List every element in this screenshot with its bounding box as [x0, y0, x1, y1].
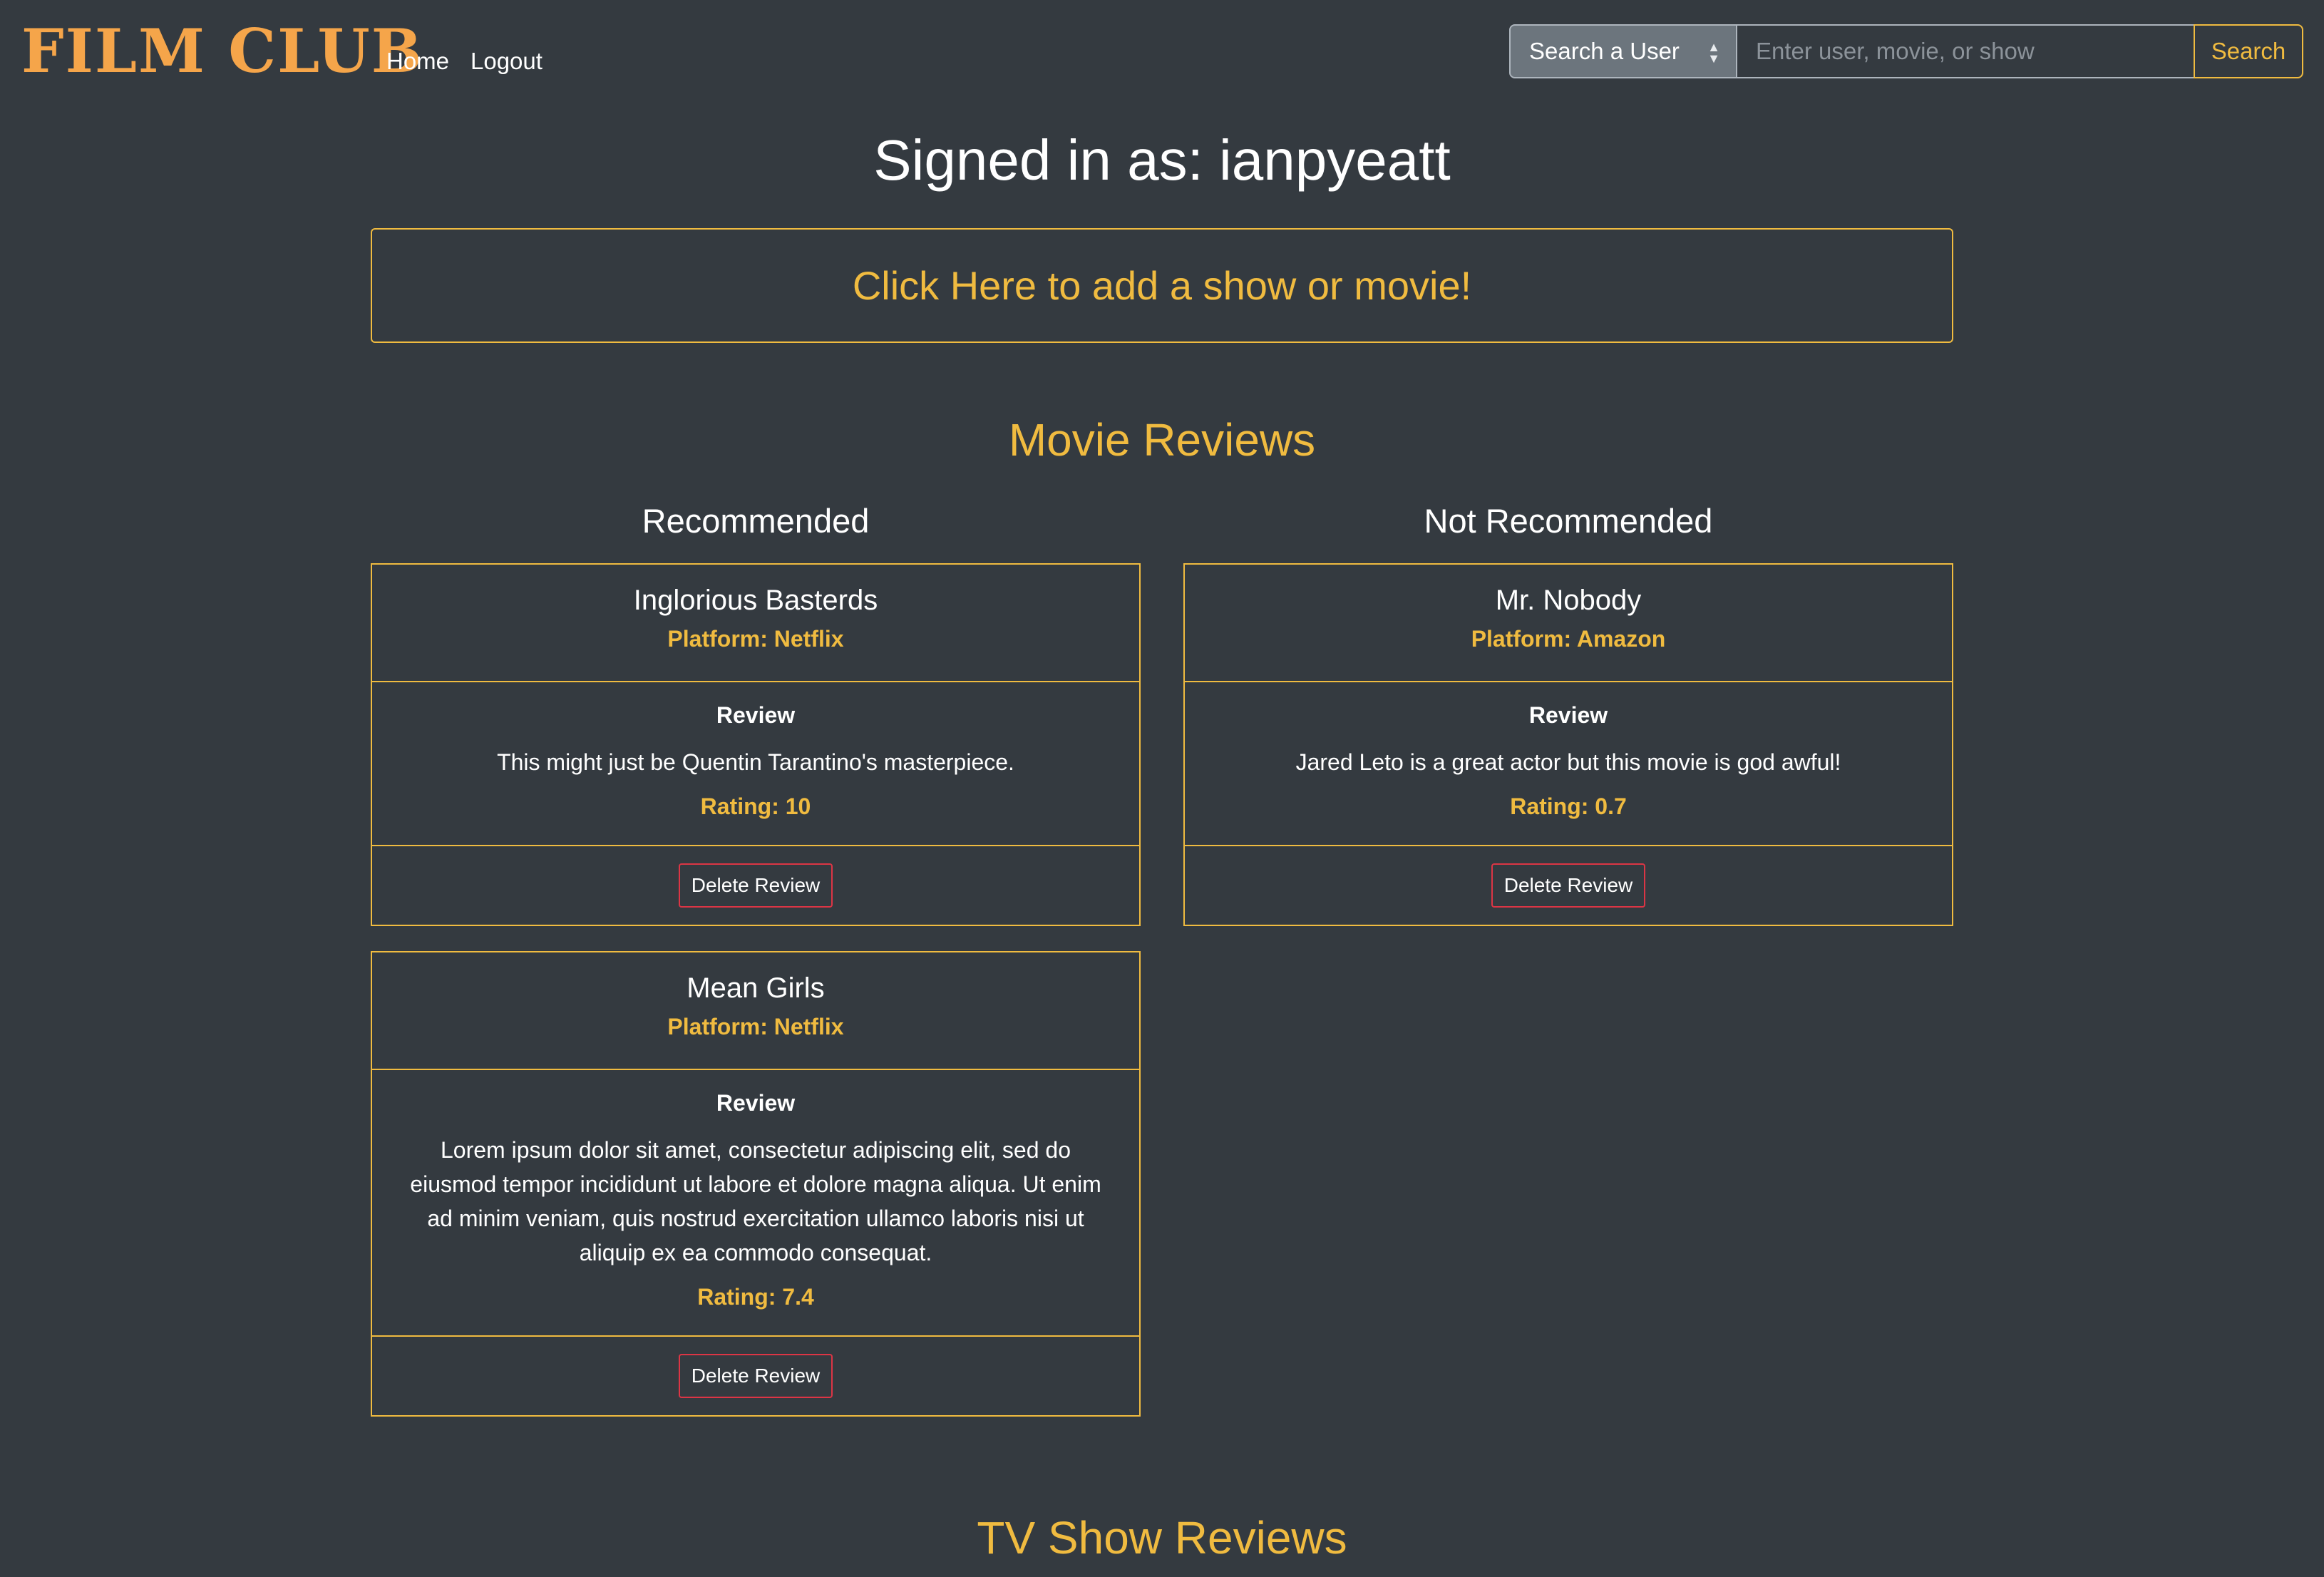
- nav-link-home[interactable]: Home: [386, 44, 449, 78]
- card-header: Mr. Nobody Platform: Amazon: [1185, 565, 1952, 682]
- nav-link-logout[interactable]: Logout: [471, 44, 543, 78]
- search-type-select-value: Search a User: [1529, 38, 1680, 64]
- platform-label: Platform: Netflix: [667, 1014, 844, 1039]
- movie-reviews-title: Movie Reviews: [1008, 414, 1316, 466]
- navbar: FILM CLUB Home Logout Search a User ▲▼ S…: [0, 0, 2324, 107]
- signed-in-heading: Signed in as: ianpyeatt: [873, 128, 1451, 192]
- tv-show-reviews-title: TV Show Reviews: [977, 1512, 1347, 1563]
- card-footer: Delete Review: [372, 1337, 1139, 1415]
- search-input[interactable]: [1737, 24, 2194, 78]
- delete-review-button[interactable]: Delete Review: [678, 1354, 833, 1398]
- card-footer: Delete Review: [372, 846, 1139, 925]
- card-body: Review Lorem ipsum dolor sit amet, conse…: [372, 1070, 1139, 1337]
- card-body: Review Jared Leto is a great actor but t…: [1185, 682, 1952, 846]
- delete-review-button[interactable]: Delete Review: [678, 863, 833, 908]
- review-label: Review: [716, 702, 796, 728]
- card-footer: Delete Review: [1185, 846, 1952, 925]
- add-show-movie-button[interactable]: Click Here to add a show or movie!: [371, 228, 1953, 343]
- search-type-select[interactable]: Search a User ▲ ▼: [1509, 24, 1737, 78]
- review-text: This might just be Quentin Tarantino's m…: [497, 749, 1014, 775]
- platform-label: Platform: Netflix: [667, 626, 844, 652]
- review-card: Inglorious Basterds Platform: Netflix Re…: [371, 563, 1141, 926]
- card-header: Inglorious Basterds Platform: Netflix: [372, 565, 1139, 682]
- review-text: Jared Leto is a great actor but this mov…: [1295, 749, 1841, 775]
- card-header: Mean Girls Platform: Netflix: [372, 952, 1139, 1070]
- review-label: Review: [716, 1090, 796, 1116]
- rating-label: Rating: 0.7: [1510, 793, 1627, 819]
- not-recommended-heading: Not Recommended: [1424, 502, 1713, 540]
- rating-label: Rating: 7.4: [697, 1284, 814, 1310]
- search-form: Search a User ▲▼ Search: [1509, 24, 2303, 78]
- search-button[interactable]: Search: [2194, 24, 2303, 78]
- movie-title: Inglorious Basterds: [633, 585, 878, 616]
- recommended-heading: Recommended: [642, 502, 870, 540]
- brand-logo[interactable]: FILM CLUB: [21, 16, 423, 87]
- card-body: Review This might just be Quentin Tarant…: [372, 682, 1139, 846]
- platform-label: Platform: Amazon: [1471, 626, 1666, 652]
- review-card: Mean Girls Platform: Netflix Review Lore…: [371, 951, 1141, 1417]
- movie-title: Mr. Nobody: [1495, 585, 1642, 616]
- delete-review-button[interactable]: Delete Review: [1491, 863, 1646, 908]
- review-text: Lorem ipsum dolor sit amet, consectetur …: [410, 1137, 1101, 1265]
- select-arrows-icon: ▲ ▼: [1707, 40, 1720, 66]
- movie-title: Mean Girls: [687, 972, 825, 1004]
- review-card: Mr. Nobody Platform: Amazon Review Jared…: [1183, 563, 1953, 926]
- review-label: Review: [1528, 702, 1608, 728]
- rating-label: Rating: 10: [700, 793, 811, 819]
